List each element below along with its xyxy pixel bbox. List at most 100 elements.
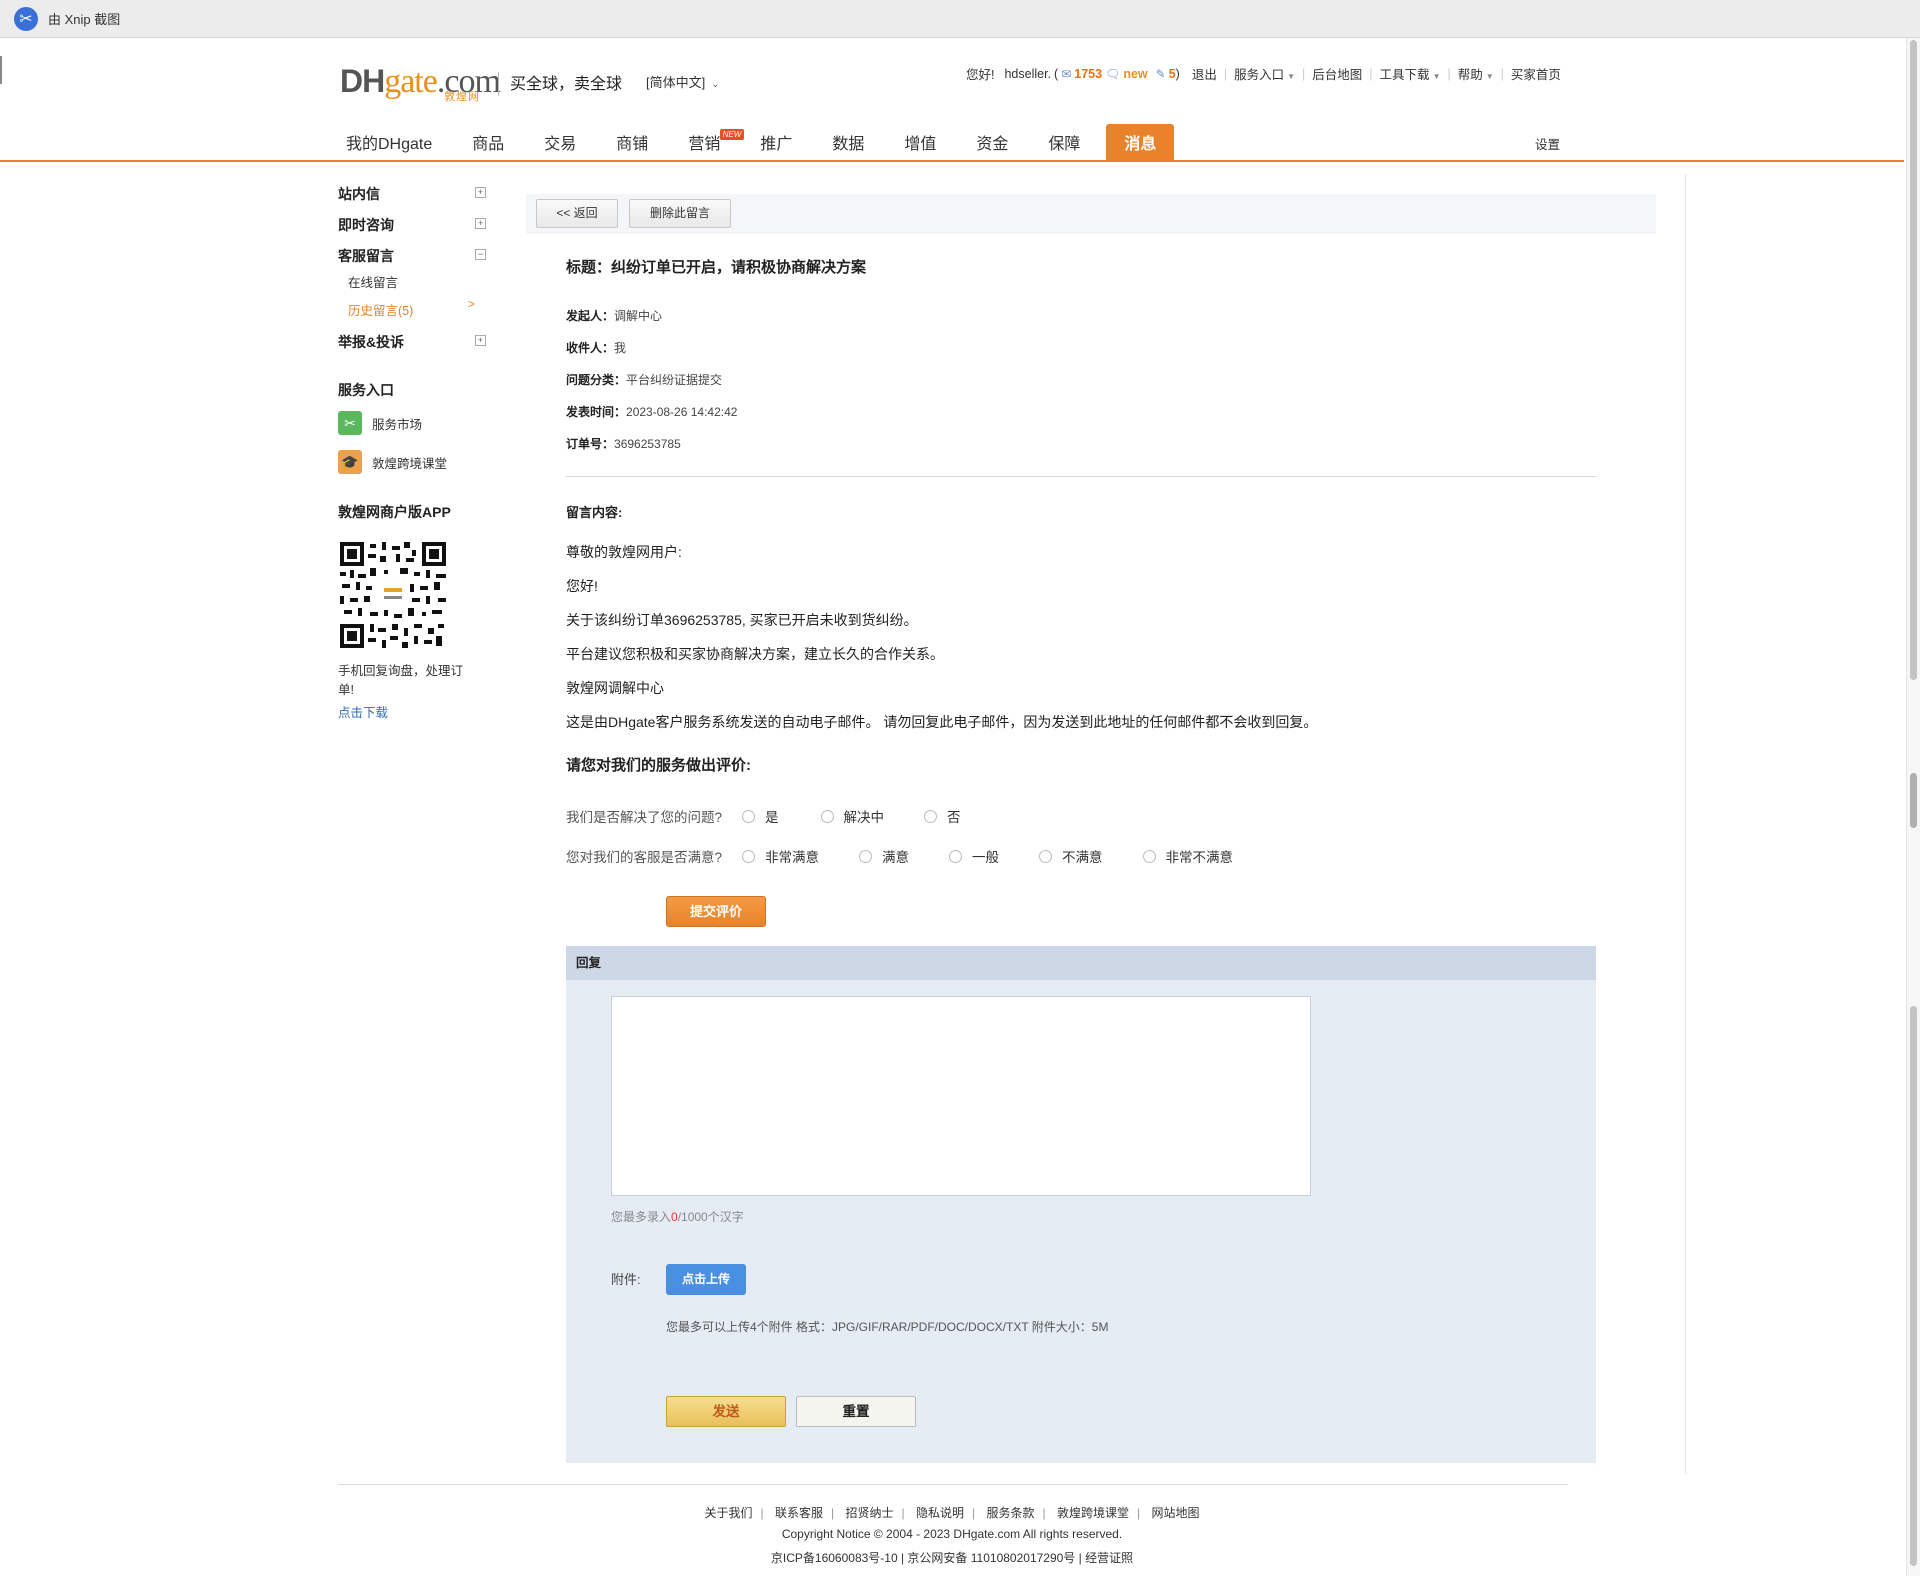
xnip-titlebar: ✂ 由 Xnip 截图 (0, 0, 1920, 38)
dhgate-course-link[interactable]: 🎓 敦煌跨境课堂 (338, 450, 447, 474)
message-toolbar: << 返回 删除此留言 (526, 194, 1656, 234)
sidebar-group-inbox[interactable]: 站内信 + (338, 184, 488, 204)
nav-store[interactable]: 商铺 (602, 124, 662, 162)
service-entry-heading: 服务入口 (338, 382, 394, 398)
new-label[interactable]: new (1123, 67, 1147, 81)
message-body-line: 敦煌网调解中心 (566, 680, 664, 696)
radio-resolved-in-progress[interactable]: 解决中 (820, 806, 884, 826)
caret-down-icon: ▼ (1287, 72, 1296, 81)
radio-average[interactable]: 一般 (949, 846, 999, 866)
xnip-scissors-icon: ✂ (14, 6, 38, 31)
help-menu[interactable]: 帮助 ▼ (1458, 64, 1494, 83)
language-selector[interactable]: [简体中文] ⌄ (646, 72, 720, 91)
reply-header: 回复 (566, 946, 1596, 980)
scrollbar-marker (1910, 773, 1917, 828)
notice-count[interactable]: 5 (1169, 67, 1176, 81)
message-content-label: 留言内容: (566, 505, 623, 520)
nav-data[interactable]: 数据 (818, 124, 878, 162)
radio-dissatisfied[interactable]: 不满意 (1039, 846, 1103, 866)
mail-icon: ✉ (1061, 66, 1072, 81)
graduation-cap-icon: 🎓 (338, 450, 362, 474)
meta-sender: 发起人：调解中心 (566, 309, 663, 323)
tools-icon: ✂ (338, 411, 362, 435)
footer-link-contact[interactable]: 联系客服 (775, 1506, 823, 1520)
top-nav: 您好! hdseller. ( ✉ 1753 🗨 new ✎ 5 ) 退出 | … (966, 64, 1561, 83)
attachment-label: 附件: (611, 1272, 641, 1287)
reply-textarea[interactable] (611, 996, 1311, 1196)
send-button[interactable]: 发送 (666, 1396, 786, 1427)
arrow-right-icon: > (468, 297, 476, 311)
radio-very-satisfied[interactable]: 非常满意 (742, 846, 819, 866)
back-button[interactable]: << 返回 (536, 199, 618, 228)
slogan: 买全球，卖全球 (510, 76, 623, 93)
meta-recipient: 收件人：我 (566, 341, 627, 355)
nav-products[interactable]: 商品 (458, 124, 518, 162)
reset-button[interactable]: 重置 (796, 1396, 916, 1427)
qr-code-icon (338, 540, 448, 650)
collapse-icon[interactable]: − (475, 249, 486, 260)
rating-question-resolved: 我们是否解决了您的问题? 是 解决中 否 (566, 806, 961, 826)
username[interactable]: hdseller. (1004, 67, 1051, 81)
attachment-note: 您最多可以上传4个附件 格式：JPG/GIF/RAR/PDF/DOC/DOCX/… (666, 1320, 1109, 1334)
message-body-line: 您好! (566, 578, 598, 594)
logout-link[interactable]: 退出 (1192, 64, 1217, 83)
sidebar-item-history-messages[interactable]: 历史留言(5) (348, 300, 413, 319)
caret-down-icon: ▼ (1485, 72, 1494, 81)
message-body-line: 关于该纠纷订单3696253785, 买家已开启未收到货纠纷。 (566, 612, 918, 628)
notice-icon: ✎ (1155, 66, 1166, 81)
divider (566, 476, 1596, 477)
submit-rating-button[interactable]: 提交评价 (666, 896, 766, 927)
meta-time: 发表时间：2023-08-26 14:42:42 (566, 405, 738, 419)
sitemap-link[interactable]: 后台地图 (1312, 64, 1362, 83)
expand-icon[interactable]: + (475, 335, 486, 346)
nav-protection[interactable]: 保障 (1034, 124, 1094, 162)
sidebar-item-online-message[interactable]: 在线留言 (348, 272, 398, 291)
app-note: 手机回复询盘，处理订单! (338, 664, 464, 697)
sidebar-group-instant-consult[interactable]: 即时咨询 + (338, 215, 488, 235)
footer-link-privacy[interactable]: 隐私说明 (916, 1506, 964, 1520)
expand-icon[interactable]: + (475, 218, 486, 229)
service-entry-menu[interactable]: 服务入口 ▼ (1234, 64, 1295, 83)
upload-button[interactable]: 点击上传 (666, 1264, 746, 1295)
window-scrollbar[interactable] (1906, 38, 1920, 1576)
radio-satisfied[interactable]: 满意 (859, 846, 909, 866)
caret-down-icon: ▼ (1432, 72, 1441, 81)
nav-my-dhgate[interactable]: 我的DHgate (332, 124, 446, 162)
footer-link-course[interactable]: 敦煌跨境课堂 (1057, 1506, 1129, 1520)
radio-resolved-no[interactable]: 否 (924, 806, 961, 826)
sidebar-group-report[interactable]: 举报&投诉 + (338, 332, 488, 352)
download-app-link[interactable]: 点击下载 (338, 702, 388, 721)
footer-link-about[interactable]: 关于我们 (705, 1506, 753, 1520)
nav-funds[interactable]: 资金 (962, 124, 1022, 162)
nav-promotion[interactable]: 推广 (746, 124, 806, 162)
radio-very-dissatisfied[interactable]: 非常不满意 (1142, 846, 1233, 866)
mail-count[interactable]: 1753 (1074, 67, 1102, 81)
footer-link-careers[interactable]: 招贤纳士 (846, 1506, 894, 1520)
sidebar-group-service-messages[interactable]: 客服留言 − (338, 246, 488, 266)
message-body-line: 这是由DHgate客户服务系统发送的自动电子邮件。 请勿回复此电子邮件，因为发送… (566, 714, 1318, 730)
nav-marketing[interactable]: 营销 NEW (674, 124, 745, 162)
service-market-link[interactable]: ✂ 服务市场 (338, 411, 422, 435)
settings-link[interactable]: 设置 (1535, 124, 1560, 166)
rating-question-satisfaction: 您对我们的客服是否满意? 非常满意 满意 一般 不满意 非常不满意 (566, 846, 1233, 866)
message-body-line: 平台建议您积极和买家协商解决方案，建立长久的合作关系。 (566, 646, 944, 662)
new-badge: NEW (719, 129, 745, 140)
copyright: Copyright Notice © 2004 - 2023 DHgate.co… (781, 1527, 1123, 1541)
radio-resolved-yes[interactable]: 是 (742, 806, 779, 826)
scrollbar-thumb[interactable] (1910, 40, 1917, 680)
footer-link-sitemap[interactable]: 网站地图 (1151, 1506, 1199, 1520)
main-nav: 我的DHgate 商品 交易 商铺 营销 NEW 推广 数据 增值 资金 保障 消… (0, 124, 1904, 162)
chat-bubble-icon: 🗨 (1105, 66, 1121, 81)
qr-code (338, 540, 448, 650)
footer-link-terms[interactable]: 服务条款 (986, 1506, 1034, 1520)
icp-license[interactable]: 京ICP备16060083号-10 | 京公网安备 11010802017290… (0, 1549, 1904, 1566)
delete-message-button[interactable]: 删除此留言 (629, 199, 731, 228)
window-title: 由 Xnip 截图 (48, 12, 121, 27)
nav-messages[interactable]: 消息 (1106, 124, 1175, 162)
nav-value-added[interactable]: 增值 (890, 124, 950, 162)
nav-trade[interactable]: 交易 (530, 124, 590, 162)
buyer-home-link[interactable]: 买家首页 (1511, 64, 1561, 83)
tools-menu[interactable]: 工具下载 ▼ (1380, 64, 1441, 83)
message-title: 标题：纠纷订单已开启，请积极协商解决方案 (566, 259, 867, 276)
expand-icon[interactable]: + (475, 187, 486, 198)
